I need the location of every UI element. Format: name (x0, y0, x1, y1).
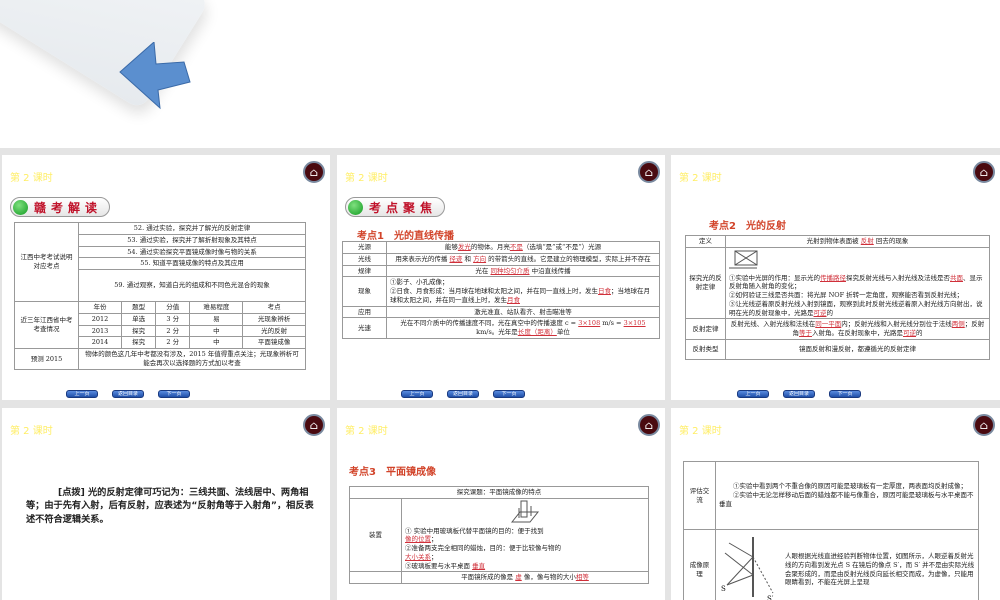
lesson-label: 第 2 课时 (345, 426, 388, 437)
lesson-label: 第 2 课时 (10, 426, 53, 437)
home-icon[interactable]: ⌂ (638, 161, 660, 183)
svg-text:S: S (721, 585, 726, 593)
lesson-label: 第 2 课时 (10, 173, 53, 184)
section-heading: 考点2 光的反射 (709, 221, 786, 232)
svg-text:S′: S′ (767, 595, 774, 600)
previous-slide-fragment (0, 0, 1000, 148)
lesson-label: 第 2 课时 (679, 173, 722, 184)
next-button[interactable]: 下一页 (829, 390, 861, 398)
slide-evaluation[interactable]: 第 2 课时 ⌂ 评估交流 ①实验中看到两个不重合像的原因可能是玻璃板有一定厚度，… (671, 408, 1000, 600)
contents-button[interactable]: 返回目录 (783, 390, 815, 398)
reflection-apparatus-figure (729, 250, 758, 269)
slide-key-points-2[interactable]: 第 2 课时 ⌂ 考点2 光的反射 定义 光射到物体表面被 反射 回去的现象 探究… (671, 155, 1000, 400)
prev-button[interactable]: 上一页 (737, 390, 769, 398)
next-button[interactable]: 下一页 (158, 390, 190, 398)
prev-button[interactable]: 上一页 (401, 390, 433, 398)
virtual-image-diagram: S S′ (721, 536, 774, 600)
prev-button[interactable]: 上一页 (66, 390, 98, 398)
lesson-label: 第 2 课时 (679, 426, 722, 437)
next-button[interactable]: 下一页 (493, 390, 525, 398)
contents-button[interactable]: 返回目录 (112, 390, 144, 398)
section-badge: 考点聚焦 (345, 197, 445, 217)
back-arrow-icon[interactable] (118, 42, 198, 112)
lesson-label: 第 2 课时 (345, 173, 388, 184)
slide-nav: 上一页 返回目录 下一页 (401, 390, 525, 398)
home-icon[interactable]: ⌂ (973, 161, 995, 183)
knowledge-table: 定义 光射到物体表面被 反射 回去的现象 探究光的反射定律 ①实验中光屏的作用：显示… (685, 235, 990, 360)
slide-exam-analysis[interactable]: 第 2 课时 ⌂ 赣考解读 江西中考考试说明对应考点 52. 通过实验，探究并了解… (2, 155, 330, 400)
section-badge: 赣考解读 (10, 197, 110, 217)
home-icon[interactable]: ⌂ (973, 414, 995, 436)
tip-text: [点拨] 光的反射定律可巧记为：三线共面、法线居中、两角相等；由于先有入射，后有… (26, 487, 314, 525)
home-icon[interactable]: ⌂ (638, 414, 660, 436)
exam-table: 江西中考考试说明对应考点 52. 通过实验，探究并了解光的反射定律 53. 通过实… (14, 221, 306, 370)
knowledge-table: 探究课题：平面镜成像的特点 装置 ① 实验中用玻璃板代替平面镜的目的：便于找到 像的… (349, 486, 649, 585)
slide-nav: 上一页 返回目录 下一页 (737, 390, 861, 398)
slide-key-points-3[interactable]: 第 2 课时 ⌂ 考点3 平面镜成像 探究课题：平面镜成像的特点 装置 ① 实验中… (337, 408, 665, 600)
home-icon[interactable]: ⌂ (303, 161, 325, 183)
knowledge-table: 光源 能够发光的物体。月亮不是（选填“是”或“不是”）光源 光线 用来表示光的传播 … (342, 241, 660, 339)
mirror-apparatus-figure (510, 500, 540, 523)
contents-button[interactable]: 返回目录 (447, 390, 479, 398)
section-heading: 考点1 光的直线传播 (357, 231, 454, 242)
slide-nav: 上一页 返回目录 下一页 (66, 390, 190, 398)
slide-tip[interactable]: 第 2 课时 ⌂ [点拨] 光的反射定律可巧记为：三线共面、法线居中、两角相等；… (2, 408, 330, 600)
section-heading: 考点3 平面镜成像 (349, 467, 436, 478)
home-icon[interactable]: ⌂ (303, 414, 325, 436)
slide-key-points-1[interactable]: 第 2 课时 ⌂ 考点聚焦 考点1 光的直线传播 光源 能够发光的物体。月亮不是（… (337, 155, 665, 400)
knowledge-table: 评估交流 ①实验中看到两个不重合像的原因可能是玻璃板有一定厚度，两表面均反射成像；… (683, 461, 979, 600)
